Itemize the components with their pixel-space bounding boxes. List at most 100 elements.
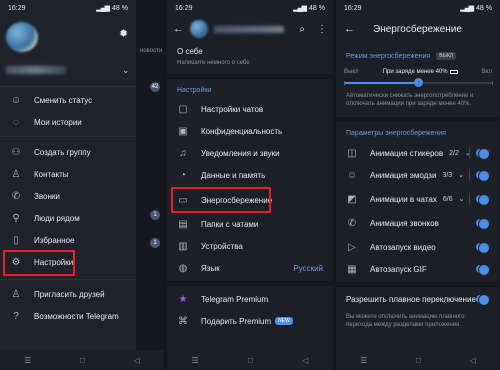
menu-item-stories[interactable]: ◌ Мои истории — [0, 112, 136, 132]
menu-item-contacts[interactable]: ♙ Контакты — [0, 164, 136, 184]
option-chat-animation[interactable]: ◩ Анимации в чатах 6/6 ⌄ — [336, 188, 500, 210]
question-icon: ? — [13, 310, 19, 322]
menu-label: Мои истории — [34, 117, 82, 127]
settings-item-chats[interactable]: ▢ Настройки чатов — [167, 98, 333, 120]
toggle-switch[interactable] — [476, 218, 490, 230]
menu-item-status[interactable]: ☺ Сменить статус — [0, 90, 136, 110]
back-nav-icon[interactable]: ◁ — [302, 356, 308, 365]
toggle-switch[interactable] — [476, 242, 490, 254]
menu-item-invite[interactable]: ♙ Пригласить друзей — [0, 284, 136, 304]
theme-toggle-icon[interactable]: ✹ — [119, 27, 128, 40]
signal-icon: ▂▄▆ — [96, 5, 110, 12]
settings-item-notifications[interactable]: ♫ Уведомления и звуки — [167, 142, 333, 164]
gift-icon: ⌘ — [178, 315, 188, 327]
chat-animation-icon: ◩ — [347, 193, 357, 205]
recents-icon[interactable]: ☰ — [192, 356, 199, 365]
storage-icon: ◔ — [179, 169, 187, 181]
avatar[interactable] — [6, 22, 38, 52]
toggle-switch[interactable] — [476, 194, 490, 206]
settings-item-devices[interactable]: ▥ Устройства — [167, 235, 333, 257]
account-name — [6, 66, 66, 74]
avatar[interactable] — [190, 20, 208, 38]
menu-item-saved[interactable]: ▯ Избранное — [0, 230, 136, 250]
status-bar: 16:29 ▂▄▆ 48 % — [0, 0, 136, 16]
back-nav-icon[interactable]: ◁ — [134, 356, 140, 365]
menu-label: Создать группу — [34, 147, 91, 157]
item-label: Папки с чатами — [201, 219, 259, 229]
power-saving-screen: 16:29 ▂▄▆ 48 % ← Энергосбережение Режим э… — [336, 0, 500, 370]
settings-item-data[interactable]: ◔ Данные и память — [167, 164, 333, 186]
power-mode-label: Режим энергосбережения — [346, 52, 431, 60]
more-icon[interactable]: ⋮ — [317, 24, 327, 35]
option-video-autoplay[interactable]: ▷ Автозапуск видео — [336, 236, 500, 258]
divider — [469, 169, 470, 181]
option-label: Анимации в чатах — [370, 194, 437, 204]
slider-fill — [344, 82, 418, 84]
option-label: Анимация стикеров — [370, 148, 444, 158]
slider-tick — [492, 81, 493, 85]
menu-item-calls[interactable]: ✆ Звонки — [0, 186, 136, 206]
chevron-down-icon[interactable]: ⌄ — [459, 195, 465, 203]
home-icon[interactable]: □ — [80, 356, 85, 365]
option-sticker-animation[interactable]: ◫ Анимация стикеров 2/2 ⌄ — [336, 142, 500, 164]
settings-item-folders[interactable]: ▤ Папки с чатами — [167, 213, 333, 235]
section-header: Параметры энергосбережения — [346, 130, 446, 137]
option-emoji-animation[interactable]: ☺ Анимация эмодзи 3/3 ⌄ — [336, 164, 500, 186]
home-icon[interactable]: □ — [248, 356, 253, 365]
new-badge: NEW — [275, 317, 293, 325]
about-section[interactable]: О себе Напишите немного о себе — [177, 47, 250, 66]
slider-labels: Выкл При заряде менее 40% Вкл — [344, 69, 492, 75]
search-icon[interactable]: ⌕ — [299, 24, 305, 35]
option-label: Разрешить плавное переключение — [346, 294, 476, 304]
option-smooth-transitions[interactable]: Разрешить плавное переключение — [336, 288, 500, 310]
divider — [167, 281, 333, 286]
option-call-animation[interactable]: ✆ Анимация звонков — [336, 212, 500, 234]
settings-item-premium[interactable]: ★ Telegram Premium — [167, 288, 333, 310]
emoji-icon: ☺ — [346, 169, 358, 181]
account-name — [214, 25, 284, 33]
item-label: Данные и память — [201, 170, 266, 180]
menu-label: Избранное — [34, 235, 75, 245]
divider — [469, 147, 470, 159]
toggle-switch[interactable] — [476, 170, 490, 182]
settings-item-language[interactable]: ◍ Язык Русский — [167, 257, 333, 279]
option-count: 6/6 — [442, 195, 453, 203]
menu-item-features[interactable]: ? Возможности Telegram — [0, 306, 136, 326]
language-value: Русский — [293, 263, 323, 273]
item-label: Устройства — [201, 241, 243, 251]
highlight-box — [3, 250, 75, 276]
battery-text: 48 % — [112, 4, 128, 12]
menu-item-people-nearby[interactable]: ⚲ Люди рядом — [0, 208, 136, 228]
settings-item-privacy[interactable]: ▣ Конфиденциальность — [167, 120, 333, 142]
menu-item-new-group[interactable]: ⚇ Создать группу — [0, 142, 136, 162]
toggle-switch[interactable] — [476, 148, 490, 160]
divider — [0, 136, 136, 137]
back-arrow-icon[interactable]: ← — [173, 23, 184, 35]
divider — [469, 193, 470, 205]
option-count: 3/3 — [442, 171, 453, 179]
drawer-screen: новости 42 1 1 ◉ 16:29 ▂▄▆48 % ✹ ⌄ ☺ Смен… — [0, 0, 164, 370]
about-subtitle: Напишите немного о себе — [177, 60, 250, 66]
back-nav-icon[interactable]: ◁ — [470, 356, 476, 365]
recents-icon[interactable]: ☰ — [360, 356, 367, 365]
toggle-switch[interactable] — [476, 294, 490, 306]
phone-icon: ✆ — [11, 190, 21, 202]
status-bar: 16:29 ▂▄▆ 48 % — [336, 0, 500, 16]
back-arrow-icon[interactable]: ← — [344, 23, 355, 35]
group-icon: ⚇ — [11, 146, 21, 158]
about-title: О себе — [177, 47, 203, 56]
sticker-icon: ◫ — [347, 147, 357, 159]
highlight-box — [171, 187, 271, 213]
chevron-down-icon[interactable]: ⌄ — [458, 171, 464, 179]
option-gif-autoplay[interactable]: ▦ Автозапуск GIF — [336, 258, 500, 280]
home-icon[interactable]: □ — [416, 356, 421, 365]
gif-icon: ▦ — [347, 263, 357, 275]
power-slider[interactable] — [344, 78, 493, 87]
menu-label: Контакты — [34, 169, 69, 179]
recents-icon[interactable]: ☰ — [24, 356, 31, 365]
settings-item-gift-premium[interactable]: ⌘ Подарить Premium NEW — [167, 310, 333, 332]
chevron-down-icon[interactable]: ⌄ — [122, 65, 130, 76]
toggle-switch[interactable] — [476, 264, 490, 276]
status-badge: ВЫКЛ — [436, 52, 457, 60]
contacts-icon: ♙ — [11, 168, 21, 180]
